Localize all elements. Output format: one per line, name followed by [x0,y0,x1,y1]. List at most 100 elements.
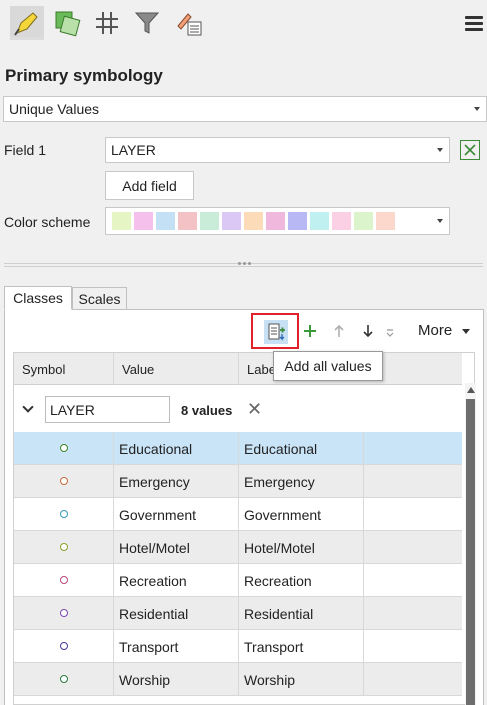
add-all-values-button[interactable] [251,313,299,349]
color-swatch [222,212,241,230]
hamburger-icon[interactable] [465,16,483,34]
label-cell[interactable]: Worship [239,663,364,696]
group-value-count: 8 values [181,403,233,418]
group-row: LAYER 8 values ✕ [14,386,462,432]
label-cell[interactable]: Recreation [239,564,364,597]
label-classes-tool[interactable] [172,6,206,40]
group-heading-input[interactable]: LAYER [45,396,170,423]
color-swatch [288,212,307,230]
classes-table: Symbol Value Label LAYER 8 values ✕ Educ… [13,352,475,705]
value-cell[interactable]: Transport [114,630,239,663]
label-cell[interactable]: Educational [239,432,364,465]
small-arrow-dropdown-icon [386,329,394,337]
scrollbar-thumb[interactable] [466,399,475,705]
color-swatch [376,212,395,230]
reorder-dropdown-button[interactable] [383,320,397,342]
header-value[interactable]: Value [114,353,239,385]
color-swatch [310,212,329,230]
value-cell[interactable]: Recreation [114,564,239,597]
symbol-cell[interactable] [14,597,114,630]
plus-icon [304,325,316,337]
color-scheme-label: Color scheme [4,214,91,230]
color-swatch [266,212,285,230]
chevron-down-icon[interactable] [462,329,470,334]
table-row[interactable]: Recreation Recreation [14,564,462,597]
point-symbol-icon[interactable] [60,576,68,584]
symbol-cell[interactable] [14,630,114,663]
label-cell[interactable]: Transport [239,630,364,663]
symbol-cell[interactable] [14,564,114,597]
symbol-layer-drawing-tool[interactable] [90,6,124,40]
grid-hash-icon [96,12,118,34]
table-row[interactable]: Government Government [14,498,462,531]
value-cell[interactable]: Government [114,498,239,531]
table-row[interactable]: Worship Worship [14,663,462,696]
vary-symbology-tool[interactable] [50,6,84,40]
point-symbol-icon[interactable] [60,675,68,683]
add-all-values-icon [268,323,285,341]
sql-expression-button[interactable] [460,140,480,160]
arrow-down-icon [363,325,373,338]
symbol-cell[interactable] [14,531,114,564]
label-cell[interactable]: Emergency [239,465,364,498]
move-up-button[interactable] [328,320,350,342]
group-heading-value: LAYER [50,401,95,418]
color-swatch [200,212,219,230]
point-symbol-icon[interactable] [60,444,68,452]
color-swatch [112,212,131,230]
move-down-button[interactable] [357,320,379,342]
primary-symbology-tool[interactable] [10,6,44,40]
color-swatch [332,212,351,230]
tab-classes-label: Classes [13,290,63,306]
arrow-up-icon [334,324,344,337]
label-cell[interactable]: Residential [239,597,364,630]
add-class-button[interactable] [299,320,321,342]
value-cell[interactable]: Worship [114,663,239,696]
chevron-down-icon [437,148,443,152]
field-label: Field 1 [4,142,47,158]
header-symbol[interactable]: Symbol [14,353,114,385]
expression-icon [464,144,476,156]
symbology-method-select[interactable]: Unique Values [3,96,487,122]
point-symbol-icon[interactable] [60,642,68,650]
add-field-button[interactable]: Add field [105,171,194,200]
field-value: LAYER [111,142,156,158]
color-swatch [244,212,263,230]
advanced-symbology-tool[interactable] [130,6,164,40]
label-cell[interactable]: Hotel/Motel [239,531,364,564]
chevron-down-icon[interactable] [22,401,34,413]
tab-classes[interactable]: Classes [4,286,72,310]
table-row[interactable]: Residential Residential [14,597,462,630]
symbology-toolbar [0,0,487,52]
color-swatch [354,212,373,230]
symbol-cell[interactable] [14,432,114,465]
color-swatch [178,212,197,230]
symbol-cell[interactable] [14,498,114,531]
value-cell[interactable]: Educational [114,432,239,465]
color-scheme-swatches [112,212,395,230]
symbol-cell[interactable] [14,663,114,696]
point-symbol-icon[interactable] [60,477,68,485]
table-row[interactable]: Emergency Emergency [14,465,462,498]
more-menu-button[interactable]: More [418,322,452,339]
table-row[interactable]: Educational Educational [14,432,462,465]
vertical-scrollbar[interactable] [465,383,476,705]
scroll-up-arrow-icon[interactable] [467,387,475,393]
color-swatch [156,212,175,230]
symbol-cell[interactable] [14,465,114,498]
point-symbol-icon[interactable] [60,543,68,551]
point-symbol-icon[interactable] [60,510,68,518]
chevron-down-icon [474,107,480,111]
splitter-grip-icon[interactable] [238,262,251,265]
field-select[interactable]: LAYER [105,137,450,163]
value-cell[interactable]: Emergency [114,465,239,498]
point-symbol-icon[interactable] [60,609,68,617]
label-cell[interactable]: Government [239,498,364,531]
brush-list-icon [177,13,202,36]
table-row[interactable]: Transport Transport [14,630,462,663]
table-row[interactable]: Hotel/Motel Hotel/Motel [14,531,462,564]
tab-scales[interactable]: Scales [72,287,127,311]
close-icon[interactable]: ✕ [247,399,262,420]
value-cell[interactable]: Hotel/Motel [114,531,239,564]
value-cell[interactable]: Residential [114,597,239,630]
